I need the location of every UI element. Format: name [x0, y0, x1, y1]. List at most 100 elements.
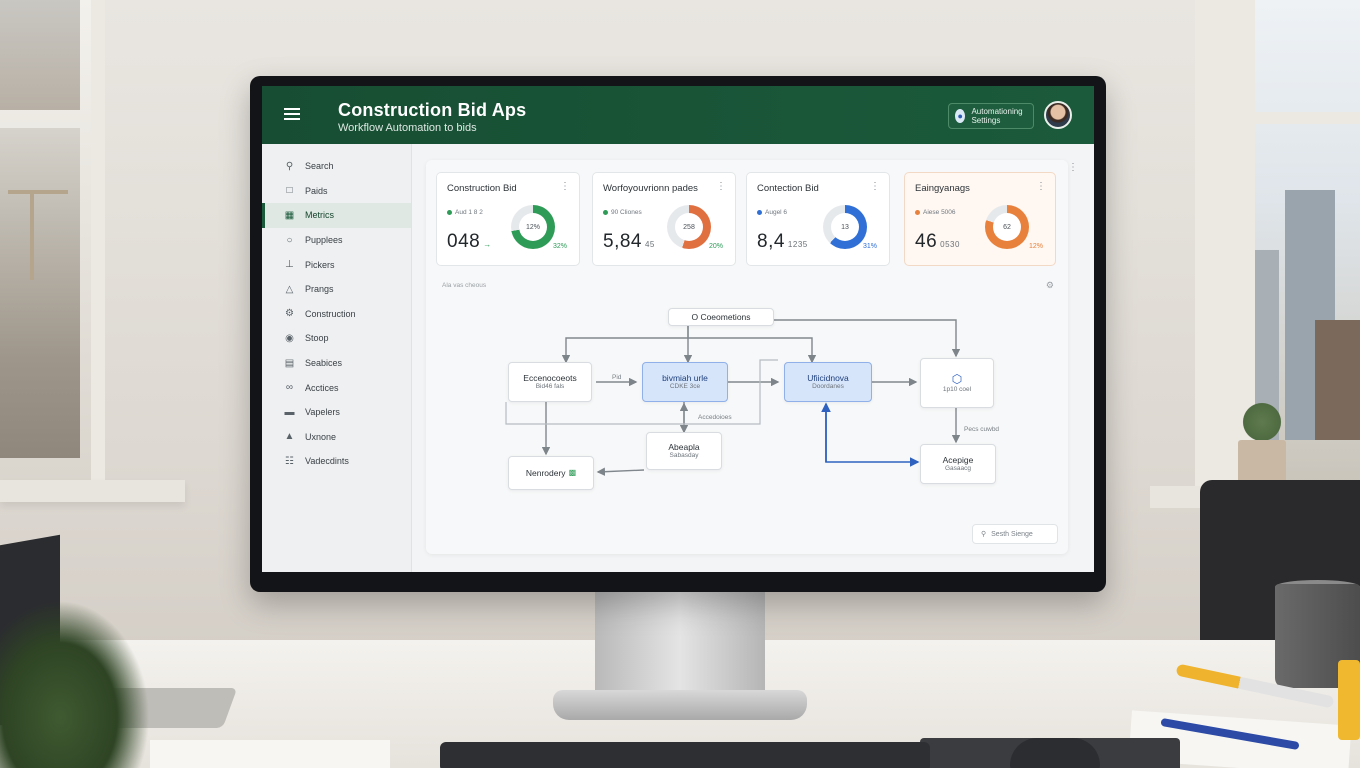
card-percent: 20%	[708, 243, 723, 250]
connector	[596, 467, 645, 476]
sidebar-item-label: Acctices	[305, 382, 339, 393]
node-subtitle: Gasaacg	[944, 465, 972, 473]
card-menu-icon[interactable]: ⋮	[870, 181, 880, 192]
cone-icon: ▲	[284, 431, 295, 443]
node-nenrodery[interactable]: Nenrodery ▩	[508, 456, 594, 490]
sidebar-item-construction[interactable]: ⚙ Construction	[262, 302, 411, 327]
node-subtitle: Sabasday	[669, 452, 699, 460]
node-ufiicidnova[interactable]: Ufiicidnova Doordanes	[784, 362, 872, 402]
card-percent: 31%	[862, 243, 877, 250]
sidebar-item-label: Prangs	[305, 284, 334, 295]
metric-card[interactable]: Construction Bid ⋮ Aud 1 8 2 048 → 12% 32…	[436, 172, 580, 266]
share-icon: ∞	[285, 382, 294, 394]
node-box[interactable]: ⬡ 1p10 coel	[920, 358, 994, 408]
sidebar-item-uxnone[interactable]: ▲ Uxnone	[262, 425, 411, 450]
sidebar-item-prangs[interactable]: △ Prangs	[262, 277, 411, 302]
donut-center-label: 13	[831, 213, 859, 241]
sidebar-item-search[interactable]: ⚲ Search	[262, 154, 411, 179]
warning-icon: △	[285, 283, 294, 295]
sidebar-item-label: Metrics	[305, 210, 334, 221]
card-title: Construction Bid	[447, 183, 517, 194]
sidebar-item-label: Pupplees	[305, 235, 343, 246]
section-hint: Ala vas cheous	[442, 282, 487, 289]
user-avatar[interactable]	[1044, 101, 1072, 129]
left-window	[0, 0, 105, 500]
card-donut: 258	[667, 205, 711, 249]
search-icon: ⚲	[981, 531, 987, 538]
app-header: Construction Bid Aps Workflow Automation…	[262, 86, 1094, 144]
list-icon: ▬	[284, 406, 295, 418]
card-menu-icon[interactable]: ⋮	[560, 181, 570, 192]
monitor-stand	[595, 588, 765, 698]
sidebar-item-pickers[interactable]: ⊥ Pickers	[262, 252, 411, 277]
node-bivmiah-urle[interactable]: bivmiah urle CDKE 3ce	[642, 362, 728, 402]
sidebar-item-label: Search	[305, 161, 334, 172]
node-label: O Coeometions	[691, 311, 751, 322]
card-title: Eaingyanags	[915, 183, 970, 194]
edge-label: Pid	[612, 374, 622, 381]
automation-settings-label: Automationing Settings	[971, 107, 1023, 125]
edge-label: Accedoioes	[698, 414, 732, 421]
metric-card[interactable]: Contection Bid ⋮ Augel 6 8,4 1235 13 31%	[746, 172, 890, 266]
card-percent: 12%	[1028, 243, 1043, 250]
pin-icon: ⊥	[285, 259, 294, 271]
gear-icon: ⚙	[285, 308, 294, 320]
card-menu-icon[interactable]: ⋮	[1036, 181, 1046, 192]
more-vertical-icon[interactable]: ⋮	[1068, 162, 1078, 173]
node-title: bivmiah urle	[662, 373, 708, 383]
card-percent: 32%	[552, 243, 567, 250]
hamburger-menu-icon[interactable]	[284, 108, 300, 120]
sidebar-item-seabices[interactable]: ▤ Seabices	[262, 351, 411, 376]
automation-settings-button[interactable]: ● Automationing Settings	[948, 103, 1034, 129]
metric-card[interactable]: Eaingyanags ⋮ Aiese 5006 46 0530 62 12%	[904, 172, 1056, 266]
diagram-search-input[interactable]: ⚲ Sesth Sienge	[972, 524, 1058, 544]
sidebar-item-label: Pickers	[305, 259, 335, 270]
potted-plant	[1240, 400, 1284, 444]
sidebar-item-label: Construction	[305, 308, 356, 319]
node-acepige[interactable]: Acepige Gasaacg	[920, 444, 996, 484]
node-abeapla[interactable]: Abeapla Sabasday	[646, 432, 722, 470]
node-subtitle: Bid46 fals	[535, 383, 565, 391]
sidebar-item-paids[interactable]: □ Paids	[262, 179, 411, 204]
window-pane	[0, 128, 80, 458]
users-icon: ●	[955, 109, 966, 123]
chart-icon: ▦	[284, 209, 295, 221]
card-menu-icon[interactable]: ⋮	[716, 181, 726, 192]
keyboard	[440, 742, 930, 768]
sidebar-item-stoop[interactable]: ◉ Stoop	[262, 326, 411, 351]
crane-mast	[30, 190, 34, 280]
donut-center-label: 258	[675, 213, 703, 241]
sidebar-item-label: Stoop	[305, 333, 329, 344]
window-frame	[1255, 112, 1360, 124]
sidebar-item-metrics[interactable]: ▦ Metrics	[262, 203, 411, 228]
main-panel: ⋮ Construction Bid ⋮ Aud 1 8 2 048 → 12% …	[426, 160, 1078, 554]
card-title: Contection Bid	[757, 183, 819, 194]
connector	[825, 404, 920, 467]
screen: Construction Bid Aps Workflow Automation…	[262, 86, 1094, 572]
donut-center-label: 12%	[519, 213, 547, 241]
connector	[561, 337, 688, 364]
node-connections[interactable]: O Coeometions	[668, 308, 774, 326]
metric-card[interactable]: Worfoyouvrionn pades ⋮ 90 Cliones 5,84 45…	[592, 172, 736, 266]
mouse	[1010, 738, 1100, 768]
node-subtitle: CDKE 3ce	[669, 383, 701, 391]
node-subtitle: Doordanes	[812, 383, 844, 391]
sidebar-item-vapelers[interactable]: ▬ Vapelers	[262, 400, 411, 425]
card-subtitle: Aud 1 8 2	[447, 209, 483, 216]
workflow-diagram: O Coeometions Eccenocoeots Bid46 fals bi…	[426, 290, 1068, 540]
app-subtitle: Workflow Automation to bids	[338, 122, 477, 134]
sidebar-item-vadecdints[interactable]: ☷ Vadecdints	[262, 449, 411, 474]
search-icon: ⚲	[285, 160, 294, 172]
node-eccenocoeots[interactable]: Eccenocoeots Bid46 fals	[508, 362, 592, 402]
sidebar-item-acctices[interactable]: ∞ Acctices	[262, 375, 411, 400]
card-value: 8,4 1235	[757, 231, 808, 252]
node-title: Acepige	[942, 455, 974, 465]
card-donut: 62	[985, 205, 1029, 249]
fern-plant	[0, 600, 150, 768]
sidebar-item-pupplees[interactable]: ○ Pupplees	[262, 228, 411, 253]
node-title: Abeapla	[668, 442, 700, 452]
window-pane	[0, 0, 80, 110]
node-title: Nenrodery	[525, 467, 566, 478]
edge-label: Pecs cuwbd	[964, 426, 1000, 433]
document-icon: □	[286, 185, 293, 197]
